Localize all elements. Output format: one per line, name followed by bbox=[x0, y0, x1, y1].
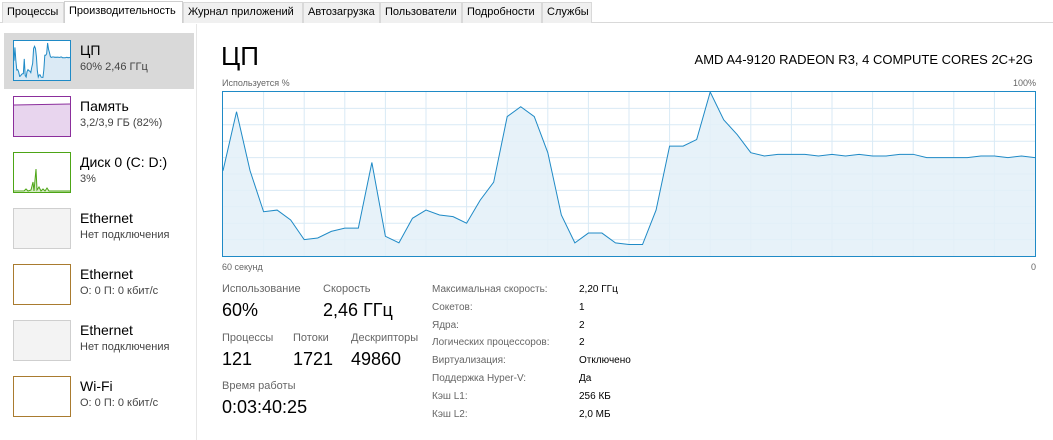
sidebar-item-ethernet-2[interactable]: Ethernet О: 0 П: 0 кбит/с bbox=[4, 257, 194, 313]
usage-label: Использование bbox=[222, 283, 301, 295]
hyper-v-value: Да bbox=[579, 373, 592, 384]
memory-thumbnail-graph bbox=[13, 96, 71, 137]
logical-processors-label: Логических процессоров: bbox=[432, 337, 550, 348]
sidebar-item-name: Ethernet bbox=[80, 266, 133, 282]
l1-cache-label: Кэш L1: bbox=[432, 391, 468, 402]
sidebar-item-status: 3% bbox=[80, 173, 96, 185]
cpu-usage-graph bbox=[222, 91, 1036, 257]
sidebar-item-memory[interactable]: Память 3,2/3,9 ГБ (82%) bbox=[4, 89, 194, 145]
sidebar-item-name: ЦП bbox=[80, 42, 101, 58]
sidebar-item-name: Диск 0 (C: D:) bbox=[80, 154, 168, 170]
tab-processes[interactable]: Процессы bbox=[2, 2, 64, 23]
tab-performance[interactable]: Производительность bbox=[64, 1, 183, 23]
ethernet-thumbnail-graph bbox=[13, 264, 71, 305]
tab-bar: Процессы Производительность Журнал прило… bbox=[0, 0, 1053, 23]
processes-label: Процессы bbox=[222, 332, 274, 344]
sidebar-item-disk[interactable]: Диск 0 (C: D:) 3% bbox=[4, 145, 194, 201]
sidebar-item-name: Ethernet bbox=[80, 210, 133, 226]
max-speed-label: Максимальная скорость: bbox=[432, 284, 548, 295]
logical-processors-value: 2 bbox=[579, 337, 585, 348]
cpu-thumbnail-area bbox=[14, 43, 70, 80]
hyper-v-label: Поддержка Hyper-V: bbox=[432, 373, 527, 384]
cpu-detail-panel: ЦП AMD A4-9120 RADEON R3, 4 COMPUTE CORE… bbox=[197, 24, 1053, 440]
page-title: ЦП bbox=[221, 41, 259, 71]
cpu-usage-chart-svg bbox=[223, 92, 1035, 256]
sidebar-item-status: О: 0 П: 0 кбит/с bbox=[80, 285, 159, 297]
graph-x-start-label: 60 секунд bbox=[222, 262, 263, 272]
tab-startup[interactable]: Автозагрузка bbox=[303, 2, 380, 23]
virtualization-label: Виртуализация: bbox=[432, 355, 506, 366]
disk-thumbnail-graph bbox=[13, 152, 71, 193]
cpu-thumbnail-graph bbox=[13, 40, 71, 81]
handles-value: 49860 bbox=[351, 349, 402, 369]
sidebar-item-status: Нет подключения bbox=[80, 341, 170, 353]
l2-cache-value: 2,0 МБ bbox=[579, 409, 611, 420]
wifi-thumbnail-graph bbox=[13, 376, 71, 417]
cores-value: 2 bbox=[579, 320, 585, 331]
graph-y-label: Используется % bbox=[222, 78, 290, 88]
sidebar-item-ethernet-3[interactable]: Ethernet Нет подключения bbox=[4, 313, 194, 369]
l1-cache-value: 256 КБ bbox=[579, 391, 611, 402]
l2-cache-label: Кэш L2: bbox=[432, 409, 468, 420]
uptime-value: 0:03:40:25 bbox=[222, 397, 308, 417]
sidebar-item-ethernet-1[interactable]: Ethernet Нет подключения bbox=[4, 201, 194, 257]
cores-label: Ядра: bbox=[432, 320, 459, 331]
sidebar-item-cpu[interactable]: ЦП 60% 2,46 ГГц bbox=[4, 33, 194, 89]
tab-app-history[interactable]: Журнал приложений bbox=[183, 2, 303, 23]
graph-x-end-label: 0 bbox=[1030, 262, 1036, 272]
tab-details[interactable]: Подробности bbox=[462, 2, 542, 23]
sockets-label: Сокетов: bbox=[432, 302, 473, 313]
cpu-model-name: AMD A4-9120 RADEON R3, 4 COMPUTE CORES 2… bbox=[694, 52, 1033, 67]
max-speed-value: 2,20 ГГц bbox=[579, 284, 618, 295]
graph-y-max-label: 100% bbox=[1012, 78, 1036, 88]
sidebar-item-wifi[interactable]: Wi-Fi О: 0 П: 0 кбит/с bbox=[4, 369, 194, 425]
sidebar-item-name: Память bbox=[80, 98, 129, 114]
resource-sidebar: ЦП 60% 2,46 ГГц Память 3,2/3,9 ГБ (82%) … bbox=[0, 24, 197, 440]
threads-label: Потоки bbox=[293, 332, 329, 344]
sidebar-item-status: О: 0 П: 0 кбит/с bbox=[80, 397, 159, 409]
tab-users[interactable]: Пользователи bbox=[380, 2, 462, 23]
virtualization-value: Отключено bbox=[579, 355, 631, 366]
uptime-label: Время работы bbox=[222, 380, 296, 392]
tab-services[interactable]: Службы bbox=[542, 2, 592, 23]
usage-value: 60% bbox=[222, 300, 259, 320]
sidebar-item-status: Нет подключения bbox=[80, 229, 170, 241]
ethernet-thumbnail-graph bbox=[13, 320, 71, 361]
speed-label: Скорость bbox=[323, 283, 371, 295]
sidebar-item-status: 3,2/3,9 ГБ (82%) bbox=[80, 117, 163, 129]
speed-value: 2,46 ГГц bbox=[323, 300, 393, 320]
sidebar-item-name: Ethernet bbox=[80, 322, 133, 338]
handles-label: Дескрипторы bbox=[351, 332, 419, 344]
processes-value: 121 bbox=[222, 349, 253, 369]
sockets-value: 1 bbox=[579, 302, 585, 313]
ethernet-thumbnail-graph bbox=[13, 208, 71, 249]
threads-value: 1721 bbox=[293, 349, 334, 369]
sidebar-item-status: 60% 2,46 ГГц bbox=[80, 61, 148, 73]
sidebar-item-name: Wi-Fi bbox=[80, 378, 113, 394]
